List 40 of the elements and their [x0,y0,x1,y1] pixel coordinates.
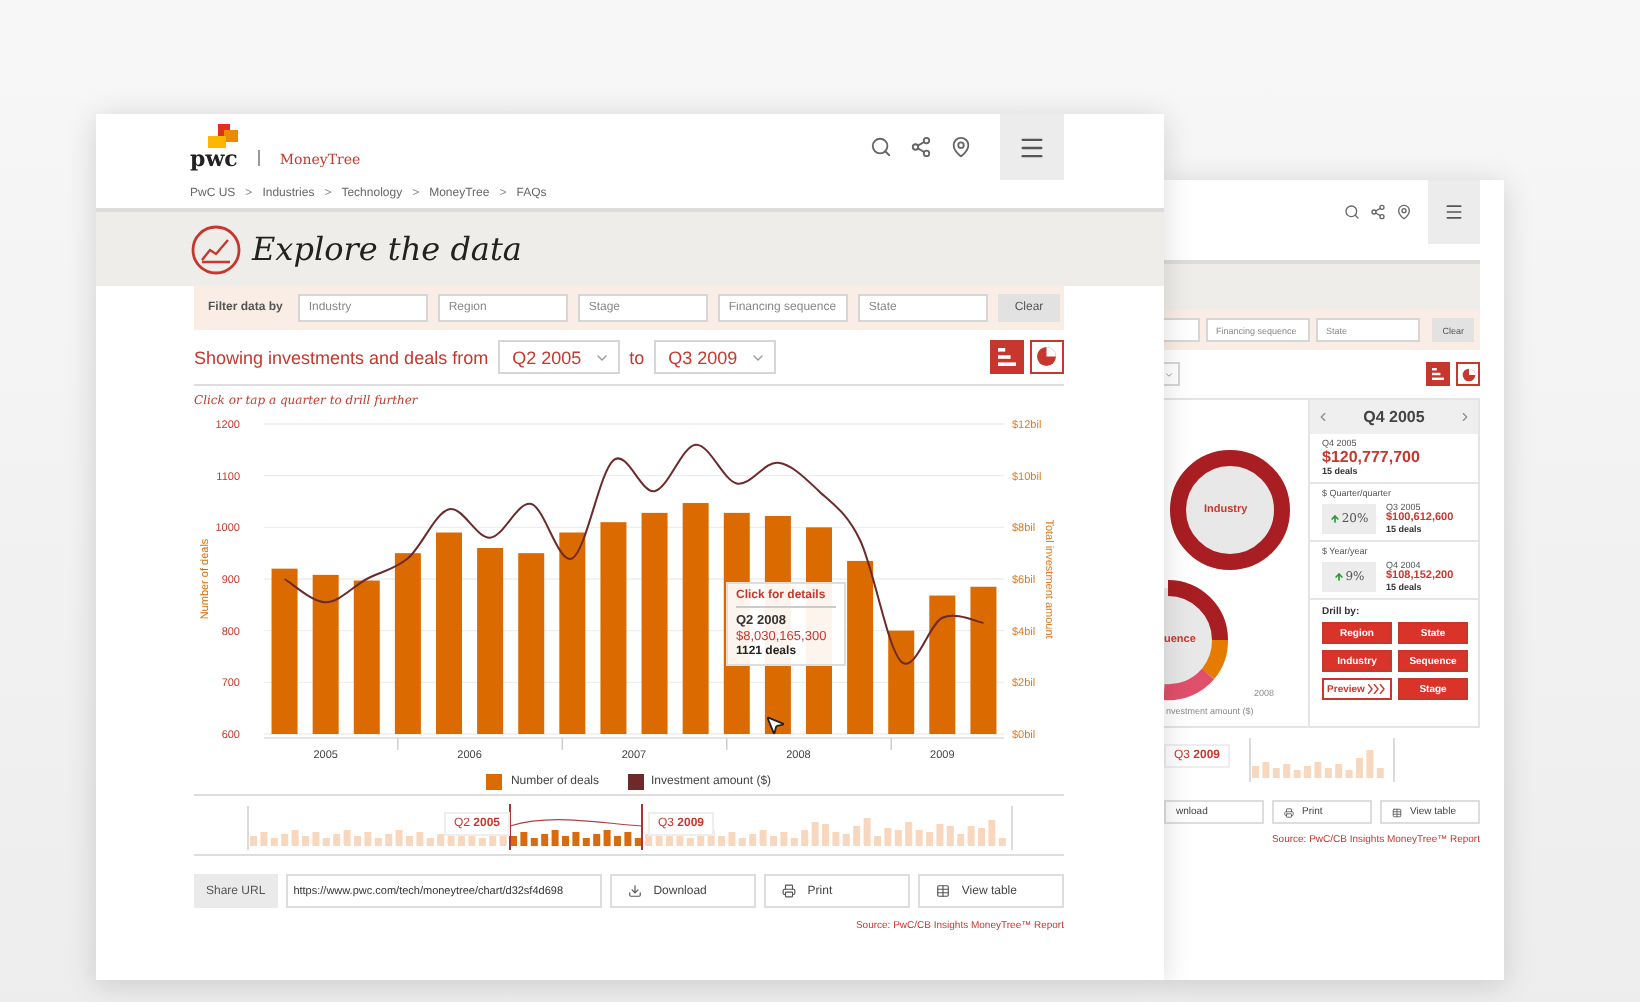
menu-icon [1444,202,1464,222]
next-icon[interactable] [1457,410,1472,424]
pie-chart-icon [1461,367,1475,381]
menu-button[interactable] [1000,114,1064,180]
deals-bar[interactable] [929,595,956,734]
map-pin-icon[interactable] [1396,204,1412,220]
chart-circle-icon [190,223,242,275]
page-title: Explore the data [252,230,522,268]
deals-bar[interactable] [888,630,915,734]
download-icon [627,884,642,898]
map-pin-icon[interactable] [950,136,972,158]
pie-view-toggle[interactable] [1456,362,1480,386]
summary-amount: $120,777,700 [1322,448,1422,466]
bar-view-toggle[interactable] [1426,362,1450,386]
search-icon[interactable] [1344,204,1360,220]
pie-chart-icon [1036,346,1058,368]
from-dropdown[interactable]: Q2 2005 [498,340,620,374]
table-icon [1392,807,1402,817]
to-dropdown[interactable]: Q3 2009 [654,340,776,374]
bar-list-icon [1432,368,1444,380]
range-joiner: to [629,347,645,367]
deals-bar[interactable] [559,532,586,734]
pie-view-toggle[interactable] [1030,340,1064,374]
menu-icon [1018,133,1046,161]
printer-icon [1284,807,1294,817]
filter-field[interactable] [1164,318,1200,342]
menu-button[interactable] [1428,180,1480,244]
previous-icon[interactable] [1316,410,1330,424]
search-icon[interactable] [870,136,892,158]
chevrons-icon [1368,684,1387,694]
bar-view-toggle[interactable] [990,340,1024,374]
share-icon[interactable] [910,136,932,158]
brand-name[interactable]: pwc [190,148,238,170]
bar-list-icon [998,348,1016,366]
share-icon[interactable] [1370,204,1386,220]
table-icon [935,884,950,898]
quarter-title: Q4 2005 [1363,408,1425,426]
range-text: Showing investments and deals from [194,347,489,367]
printer-icon [781,884,796,898]
caret-icon [1164,369,1174,379]
